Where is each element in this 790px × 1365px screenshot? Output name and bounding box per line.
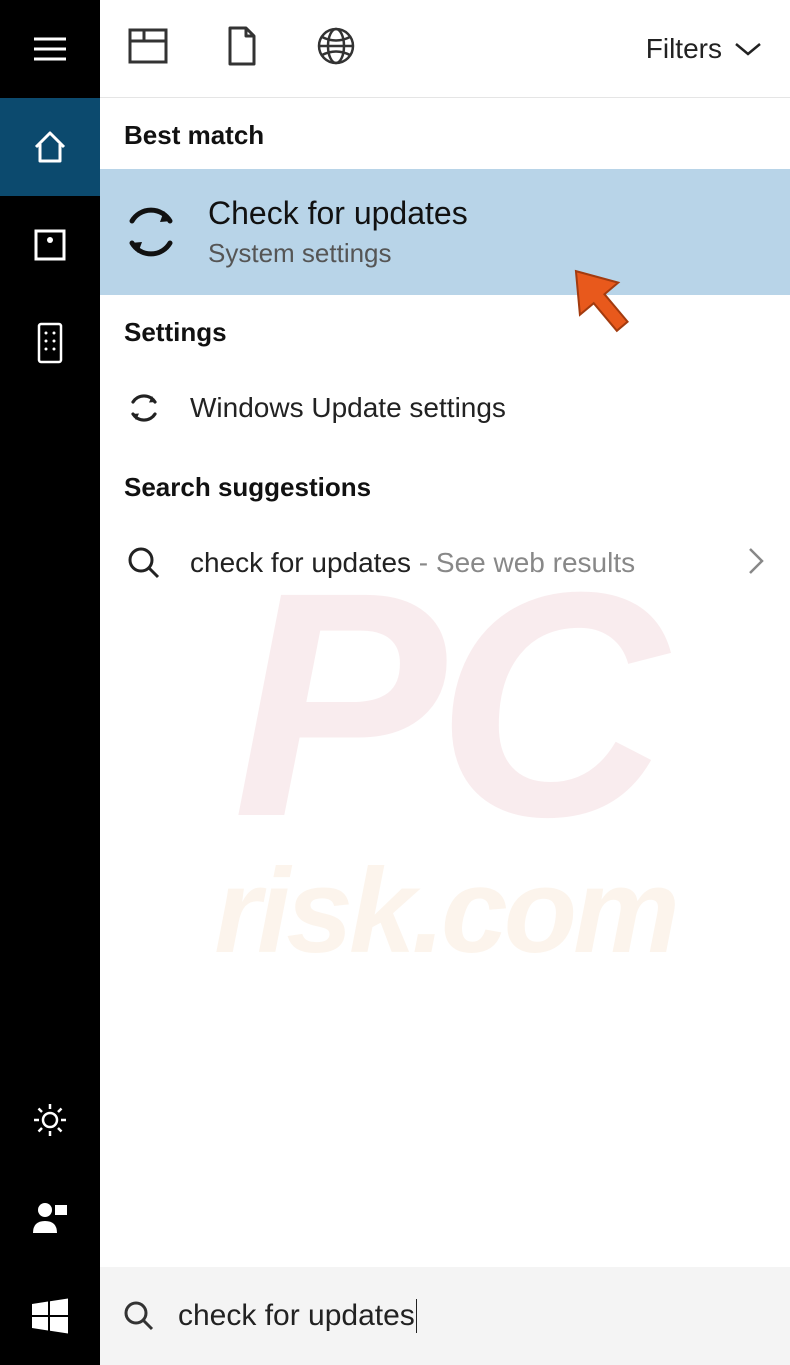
chevron-down-icon — [734, 40, 762, 58]
refresh-icon — [120, 201, 182, 263]
sidebar-apps-button[interactable] — [0, 196, 100, 294]
best-match-title: Check for updates — [208, 195, 468, 232]
search-icon — [122, 1299, 156, 1333]
web-filter-button[interactable] — [316, 26, 356, 71]
main-panel: Filters PC risk.com Best match — [100, 0, 790, 1365]
sidebar-user-button[interactable] — [0, 1169, 100, 1267]
sidebar-home-button[interactable] — [0, 98, 100, 196]
filters-dropdown[interactable]: Filters — [646, 33, 762, 65]
sidebar-remote-button[interactable] — [0, 294, 100, 392]
apps-filter-button[interactable] — [128, 28, 168, 69]
web-suggestion-result[interactable]: check for updates - See web results — [100, 521, 790, 605]
remote-icon — [36, 321, 64, 365]
settings-result-windows-update[interactable]: Windows Update settings — [100, 366, 790, 450]
hamburger-icon — [30, 29, 70, 69]
gear-icon — [30, 1100, 70, 1140]
app-window-icon — [128, 28, 168, 64]
best-match-heading: Best match — [100, 98, 790, 169]
sidebar-start-button[interactable] — [0, 1267, 100, 1365]
hamburger-menu-button[interactable] — [0, 0, 100, 98]
home-icon — [30, 127, 70, 167]
suggestions-heading: Search suggestions — [100, 450, 790, 521]
documents-filter-button[interactable] — [226, 26, 258, 71]
settings-result-label: Windows Update settings — [190, 392, 766, 424]
search-input[interactable]: check for updates — [178, 1299, 768, 1333]
sidebar — [0, 0, 100, 1365]
settings-heading: Settings — [100, 295, 790, 366]
top-toolbar: Filters — [100, 0, 790, 98]
refresh-small-icon — [124, 388, 164, 428]
user-icon — [31, 1199, 69, 1237]
search-bar[interactable]: check for updates — [100, 1267, 790, 1365]
document-icon — [226, 26, 258, 66]
box-dot-icon — [32, 227, 68, 263]
web-suggestion-text: check for updates - See web results — [190, 547, 720, 579]
search-icon — [124, 543, 164, 583]
globe-icon — [316, 26, 356, 66]
filters-label: Filters — [646, 33, 722, 65]
windows-logo-icon — [30, 1296, 70, 1336]
best-match-result[interactable]: Check for updates System settings — [100, 169, 790, 295]
best-match-subtitle: System settings — [208, 238, 468, 269]
sidebar-settings-button[interactable] — [0, 1071, 100, 1169]
chevron-right-icon — [746, 545, 766, 582]
